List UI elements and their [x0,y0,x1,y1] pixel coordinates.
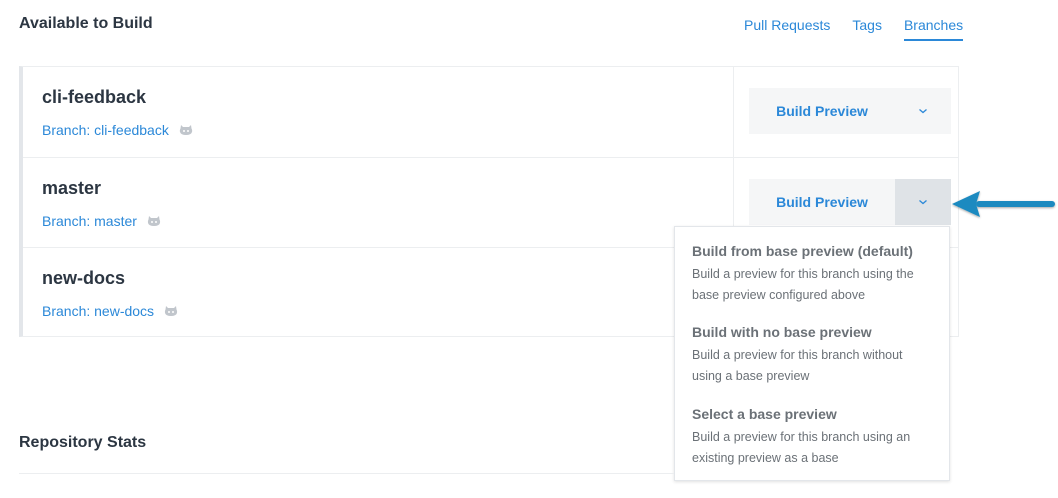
page-title: Available to Build [19,15,153,32]
branch-link-wrapper: Branch: master [42,213,161,229]
chevron-down-icon [919,200,927,205]
branch-link[interactable]: Branch: new-docs [42,303,154,319]
menu-item-title: Build with no base preview [692,324,872,340]
menu-item-description: using a base preview [692,369,810,383]
github-octocat-icon [164,306,178,316]
section-title: Repository Stats [19,434,147,451]
menu-item-build-no-base[interactable]: Build with no base preview Build a previ… [692,324,942,387]
branch-link-wrapper: Branch: cli-feedback [42,122,193,138]
tab-tags[interactable]: Tags [852,17,882,36]
branch-link[interactable]: Branch: cli-feedback [42,122,169,138]
tab-bar: Pull Requests Tags Branches [744,17,964,45]
build-preview-button[interactable]: Build Preview [749,88,895,134]
menu-item-title: Select a base preview [692,406,837,422]
menu-item-select-base[interactable]: Select a base preview Build a preview fo… [692,406,942,469]
github-octocat-icon [179,125,193,135]
build-options-menu: Build from base preview (default) Build … [674,226,950,481]
chevron-down-icon [919,109,927,114]
branch-link-wrapper: Branch: new-docs [42,303,178,319]
menu-item-build-from-base[interactable]: Build from base preview (default) Build … [692,243,942,306]
menu-item-description: existing preview as a base [692,451,839,465]
build-preview-split-button: Build Preview [749,88,951,134]
branch-name: cli-feedback [42,87,147,107]
build-options-toggle[interactable] [895,88,951,134]
menu-item-description: Build a preview for this branch using th… [692,267,914,281]
divider [19,473,674,474]
tab-branches[interactable]: Branches [903,17,964,41]
menu-item-title: Build from base preview (default) [692,243,913,259]
build-preview-button[interactable]: Build Preview [749,179,895,225]
menu-item-description: Build a preview for this branch without [692,348,903,362]
menu-item-description: Build a preview for this branch using an [692,430,911,444]
tab-pull-requests[interactable]: Pull Requests [744,17,830,36]
branch-name: master [42,178,102,198]
branch-link[interactable]: Branch: master [42,213,137,229]
row-divider [733,67,734,157]
menu-item-description: base preview configured above [692,288,866,302]
build-preview-split-button: Build Preview [749,179,951,225]
build-options-toggle[interactable] [895,179,951,225]
github-octocat-icon [147,216,161,226]
list-item: cli-feedback Branch: cli-feedback Build … [23,67,959,157]
branch-name: new-docs [42,268,126,288]
arrow-left-icon [952,191,1055,217]
